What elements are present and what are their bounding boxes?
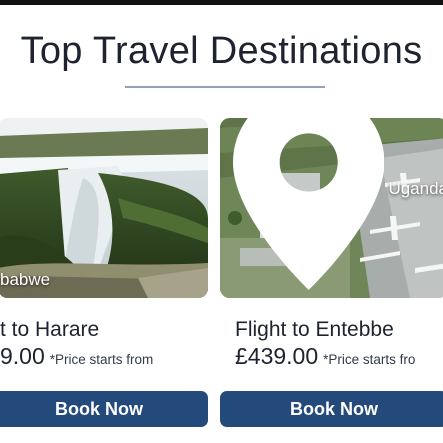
price-note: *Price starts fro [323,352,416,367]
price-row: 9.00 *Price starts from [0,343,153,370]
destination-image-entebbe-airport[interactable]: Uganda [220,118,443,298]
location-label: babwe [0,270,51,289]
destination-card-entebbe[interactable]: Uganda Flight to Entebbe £439.00 *Price … [220,118,443,433]
card-title: t to Harare [0,318,100,341]
location-tag: babwe [0,270,50,290]
price-row: £439.00 *Price starts fro [235,343,415,370]
book-now-button[interactable]: Book Now [0,391,208,427]
location-tag: Uganda [233,118,443,290]
price-note: *Price starts from [49,352,154,367]
book-now-button[interactable]: Book Now [220,391,443,427]
destinations-carousel[interactable]: babwe t to Harare 9.00 *Price starts fro… [0,118,443,443]
top-border [0,0,443,5]
card-title: Flight to Entebbe [235,318,394,341]
title-underline [125,86,325,88]
price-value: £439.00 [235,343,319,369]
price-value: 9.00 [0,343,45,369]
destination-image-victoria-falls[interactable]: babwe [0,118,208,298]
location-label: Uganda [388,179,443,199]
destination-card-harare[interactable]: babwe t to Harare 9.00 *Price starts fro… [0,118,208,433]
section-title: Top Travel Destinations [20,30,423,72]
map-pin-icon [233,118,385,290]
